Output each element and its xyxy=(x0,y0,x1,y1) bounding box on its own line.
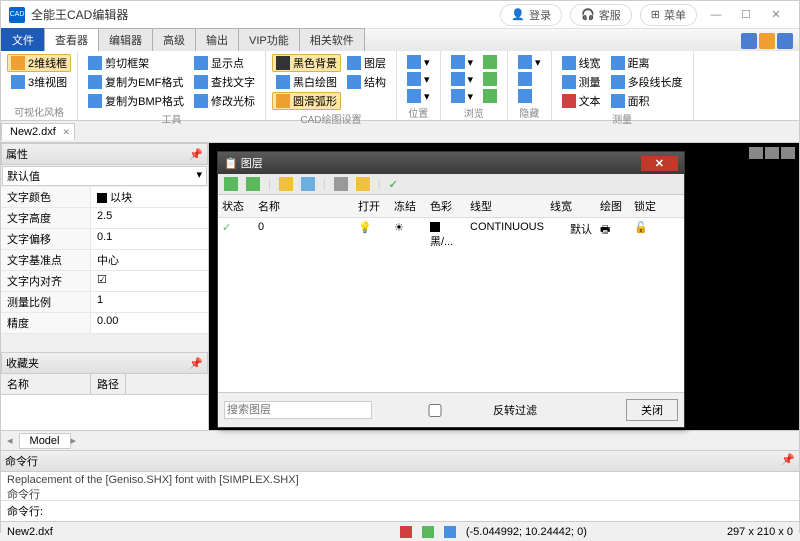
mdi-min-icon[interactable] xyxy=(749,147,763,159)
maximize-button[interactable]: ☐ xyxy=(731,5,761,25)
status-dims: 297 x 210 x 0 xyxy=(727,526,793,538)
status-coords: (-5.044992; 10.24442; 0) xyxy=(466,526,587,538)
cmd-label: 命令行: xyxy=(7,506,43,518)
tab-related[interactable]: 相关软件 xyxy=(299,28,365,51)
btn-text[interactable]: 文本 xyxy=(558,92,605,110)
tab-viewer[interactable]: 查看器 xyxy=(44,28,99,51)
status-file: New2.dxf xyxy=(7,526,53,538)
app-logo: CAD xyxy=(9,7,25,23)
cmd-title: 命令行 xyxy=(5,453,38,469)
settings-icon[interactable] xyxy=(334,177,348,191)
btn-measure[interactable]: 测量 xyxy=(558,73,605,91)
btn-find[interactable]: 查找文字 xyxy=(190,73,259,91)
sun-icon[interactable] xyxy=(279,177,293,191)
style-icon[interactable] xyxy=(741,33,757,49)
btn-bw[interactable]: 黑白绘图 xyxy=(272,73,341,91)
tab-editor[interactable]: 编辑器 xyxy=(98,28,153,51)
btn-blackbg[interactable]: 黑色背景 xyxy=(272,54,341,72)
btn-dist[interactable]: 距离 xyxy=(607,54,687,72)
props-combo[interactable]: 默认值▾ xyxy=(2,166,207,186)
freeze-icon[interactable] xyxy=(301,177,315,191)
hide-3[interactable] xyxy=(514,88,545,104)
support-button[interactable]: 🎧客服 xyxy=(570,4,632,26)
invert-filter-checkbox[interactable]: 反转过滤 xyxy=(380,402,537,418)
tab-file[interactable]: 文件 xyxy=(1,28,45,51)
status-icon-3[interactable] xyxy=(444,526,456,538)
btn-struct[interactable]: 结构 xyxy=(343,73,390,91)
tab-advanced[interactable]: 高级 xyxy=(152,28,196,51)
pos-3[interactable]: ▾ xyxy=(403,88,434,104)
btn-emf[interactable]: 复制为EMF格式 xyxy=(84,73,188,91)
login-button[interactable]: 👤登录 xyxy=(500,4,562,26)
info-icon[interactable] xyxy=(759,33,775,49)
close-button[interactable]: ✕ xyxy=(761,5,791,25)
app-title: 全能王CAD编辑器 xyxy=(31,6,128,23)
btn-lw[interactable]: 线宽 xyxy=(558,54,605,72)
mdi-close-icon[interactable] xyxy=(781,147,795,159)
dlg-title: 图层 xyxy=(241,155,263,171)
btn-polylen[interactable]: 多段线长度 xyxy=(607,73,687,91)
pin-icon[interactable]: 📌 xyxy=(189,148,203,161)
nav-5[interactable] xyxy=(479,71,501,87)
btn-smooth[interactable]: 圆滑弧形 xyxy=(272,92,341,110)
menu-button[interactable]: ⊞菜单 xyxy=(640,4,697,26)
fav-title: 收藏夹 xyxy=(6,355,39,371)
nav-1[interactable]: ▾ xyxy=(447,54,478,70)
pos-1[interactable]: ▾ xyxy=(403,54,434,70)
new-layer-icon[interactable] xyxy=(224,177,238,191)
nav-2[interactable]: ▾ xyxy=(447,71,478,87)
layer-row[interactable]: ✓ 0 💡 ☀ 黑/... CONTINUOUS 默认 🖶 🔓 xyxy=(218,218,684,252)
pos-2[interactable]: ▾ xyxy=(403,71,434,87)
cmd-pin-icon[interactable]: 📌 xyxy=(781,453,795,469)
dlg-close-button[interactable]: ✕ xyxy=(641,156,678,171)
tab-output[interactable]: 输出 xyxy=(195,28,239,51)
btn-area[interactable]: 面积 xyxy=(607,92,687,110)
layer-search-input[interactable] xyxy=(224,401,372,419)
tab-scroll-left[interactable]: ◂ xyxy=(7,434,13,447)
status-icon-2[interactable] xyxy=(422,526,434,538)
bulb-icon[interactable] xyxy=(356,177,370,191)
model-tab[interactable]: Model xyxy=(19,433,71,449)
btn-points[interactable]: 显示点 xyxy=(190,54,259,72)
new-layer2-icon[interactable] xyxy=(246,177,260,191)
drawing-canvas[interactable]: 📋 图层✕ | | | ✓ 状态 名称 打开 冻结 色彩 xyxy=(209,143,799,430)
btn-3d-view[interactable]: 3维视图 xyxy=(7,73,71,91)
nav-6[interactable] xyxy=(479,88,501,104)
props-title: 属性 xyxy=(6,146,28,162)
fav-pin-icon[interactable]: 📌 xyxy=(189,357,203,370)
mdi-max-icon[interactable] xyxy=(765,147,779,159)
nav-3[interactable]: ▾ xyxy=(447,88,478,104)
dlg-close-btn[interactable]: 关闭 xyxy=(626,399,678,421)
tab-vip[interactable]: VIP功能 xyxy=(238,28,300,51)
document-tab[interactable]: New2.dxf✕ xyxy=(1,123,75,140)
help-icon[interactable] xyxy=(777,33,793,49)
group-visual: 可视化风格 xyxy=(7,103,71,120)
btn-clip[interactable]: 剪切框架 xyxy=(84,54,188,72)
group-cad: CAD绘图设置 xyxy=(272,110,390,127)
group-tools: 工具 xyxy=(84,110,259,127)
check-icon[interactable]: ✓ xyxy=(389,178,398,191)
hide-2[interactable] xyxy=(514,71,545,87)
hide-1[interactable]: ▾ xyxy=(514,54,545,70)
cmd-output: Replacement of the [Geniso.SHX] font wit… xyxy=(1,472,799,500)
btn-2d-wire[interactable]: 2维线框 xyxy=(7,54,71,72)
layer-dialog: 📋 图层✕ | | | ✓ 状态 名称 打开 冻结 色彩 xyxy=(217,151,685,428)
nav-4[interactable] xyxy=(479,54,501,70)
btn-layer[interactable]: 图层 xyxy=(343,54,390,72)
btn-bmp[interactable]: 复制为BMP格式 xyxy=(84,92,188,110)
doc-close-icon[interactable]: ✕ xyxy=(62,127,70,138)
tab-scroll-right[interactable]: ▸ xyxy=(71,434,77,447)
btn-cursor[interactable]: 修改光标 xyxy=(190,92,259,110)
status-icon-1[interactable] xyxy=(400,526,412,538)
minimize-button[interactable]: — xyxy=(701,5,731,25)
props-table: 文字颜色以块 文字高度2.5 文字偏移0.1 文字基准点中心 文字内对齐☑ 测量… xyxy=(1,187,208,334)
